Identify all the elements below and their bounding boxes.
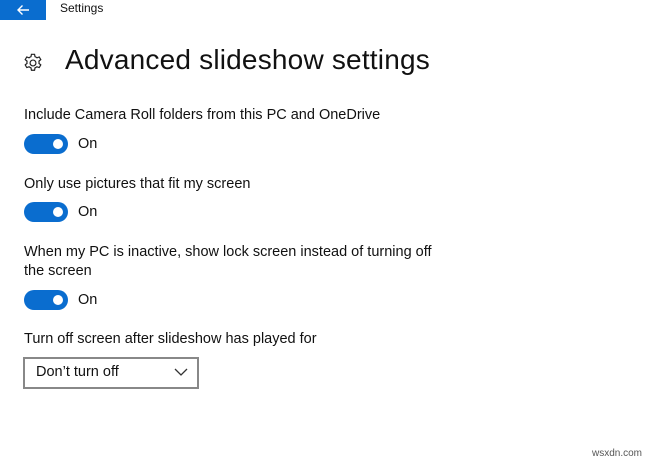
page-title: Advanced slideshow settings (65, 44, 430, 75)
camera-roll-toggle[interactable] (24, 134, 68, 154)
lock-screen-setting-label-line1: When my PC is inactive, show lock screen… (24, 244, 432, 260)
turn-off-selected-value: Don’t turn off (36, 364, 119, 380)
camera-roll-setting-label: Include Camera Roll folders from this PC… (24, 107, 381, 123)
lock-screen-setting-label-line2: the screen (24, 263, 92, 279)
back-button[interactable] (0, 0, 46, 20)
turn-off-screen-label: Turn off screen after slideshow has play… (24, 331, 317, 347)
fit-screen-toggle[interactable] (24, 202, 68, 222)
turn-off-dropdown[interactable]: Don’t turn off (23, 357, 199, 389)
gear-icon (24, 53, 42, 71)
toggle-knob (53, 139, 63, 149)
window-title: Settings (60, 1, 104, 15)
lock-screen-toggle-state: On (78, 292, 98, 308)
camera-roll-toggle-state: On (78, 136, 98, 152)
lock-screen-toggle[interactable] (24, 290, 68, 310)
watermark: wsxdn.com (591, 448, 642, 459)
chevron-down-icon (174, 368, 188, 376)
fit-screen-setting-label: Only use pictures that fit my screen (24, 176, 251, 192)
toggle-knob (53, 295, 63, 305)
arrow-left-icon (17, 5, 29, 15)
toggle-knob (53, 207, 63, 217)
title-bar: Settings (0, 0, 650, 20)
fit-screen-toggle-state: On (78, 204, 98, 220)
